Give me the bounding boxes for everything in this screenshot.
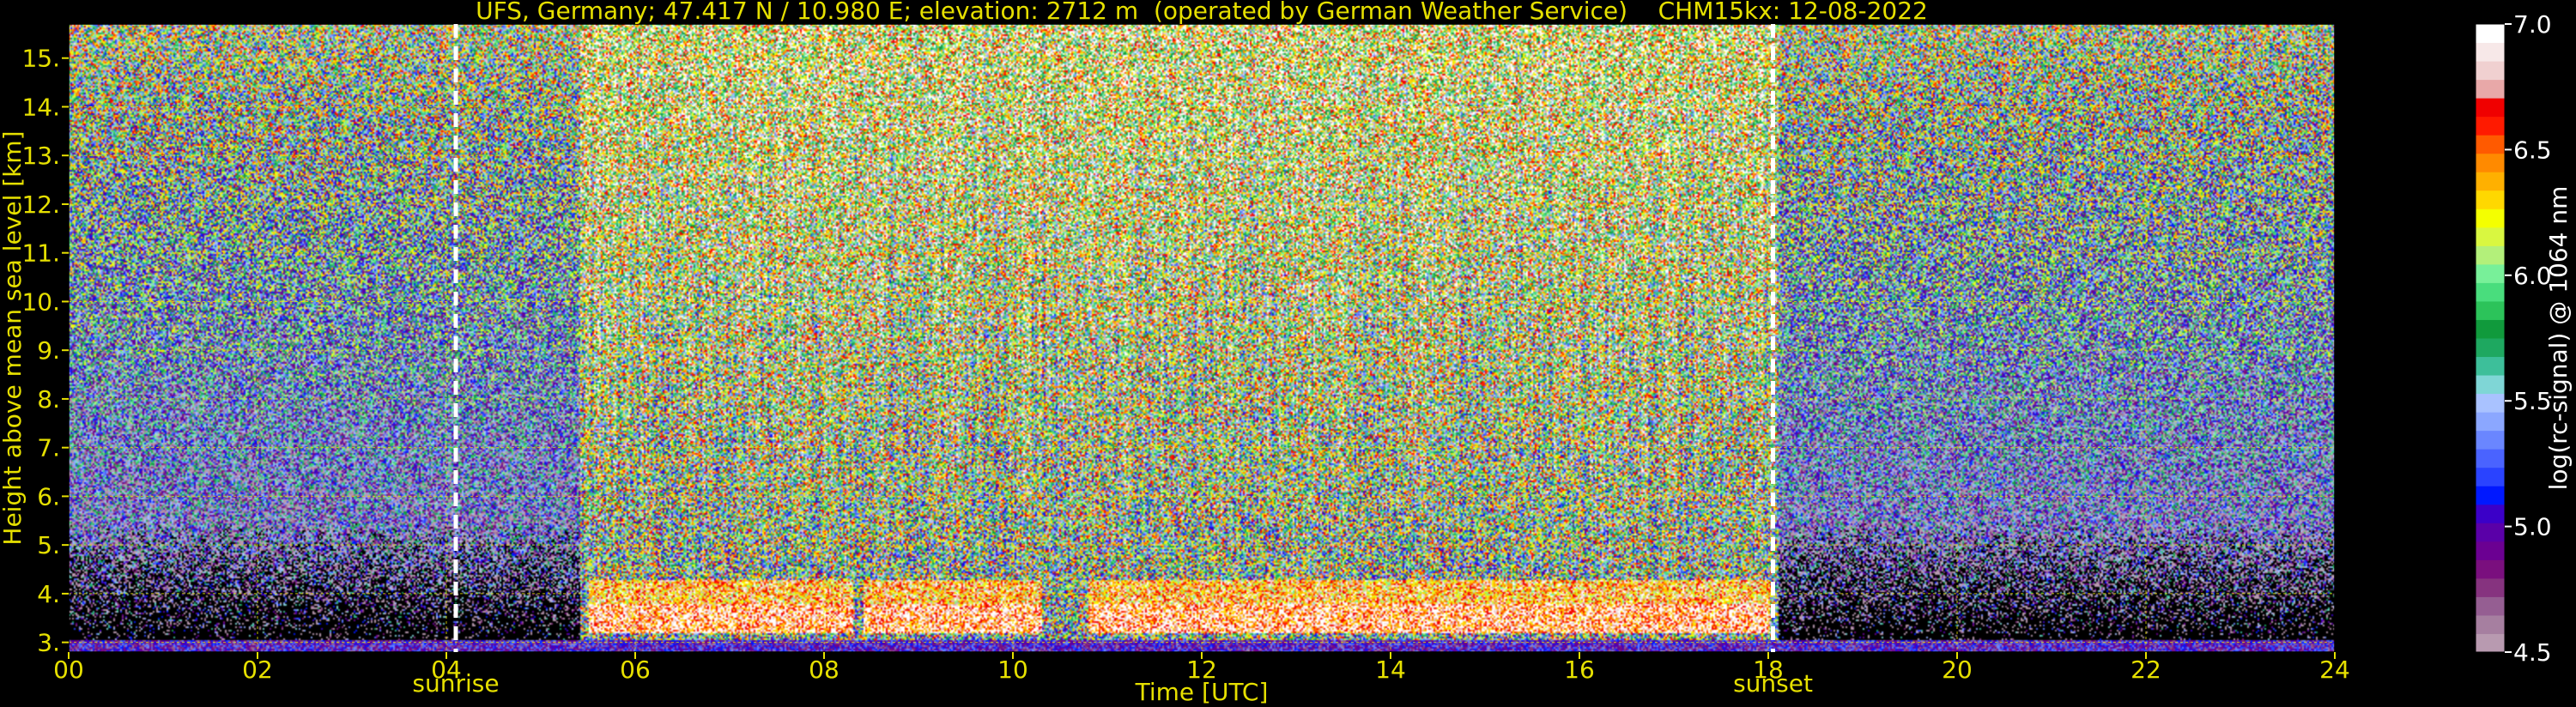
colorbar-segment (2476, 227, 2505, 246)
colorbar-segment (2476, 412, 2505, 432)
colorbar-segment (2476, 245, 2505, 265)
x-tick-label: 08 (809, 656, 839, 684)
colorbar-segment (2476, 208, 2505, 228)
y-tick-label: 4. (37, 580, 60, 608)
y-tick-label: 14. (21, 93, 60, 121)
colorbar-segment (2476, 596, 2505, 616)
x-tick-label: 20 (1942, 656, 1973, 684)
y-axis-label: Height above mean sea level [km] (0, 130, 27, 545)
x-axis-label: Time [UTC] (1135, 678, 1269, 706)
colorbar-segment (2476, 79, 2505, 99)
colorbar-segment (2476, 356, 2505, 376)
colorbar-segment (2476, 116, 2505, 136)
colorbar-segment (2476, 393, 2505, 413)
colorbar-tick-label: 5.0 (2513, 513, 2552, 541)
x-tick-label: 00 (53, 656, 84, 684)
x-tick-label: 18 (1753, 656, 1784, 684)
colorbar-segment (2476, 541, 2505, 560)
colorbar-segment (2476, 577, 2505, 597)
colorbar-segment (2476, 190, 2505, 209)
y-tick-label: 9. (37, 336, 60, 365)
colorbar-segment (2476, 449, 2505, 468)
x-tick-label: 24 (2319, 656, 2350, 684)
y-tick-label: 6. (37, 482, 60, 511)
colorbar-tick-label: 7.0 (2513, 10, 2552, 39)
y-tick-label: 12. (21, 190, 60, 219)
colorbar-tick-label: 6.5 (2513, 136, 2552, 164)
colorbar-segment (2476, 282, 2505, 302)
colorbar-segment (2476, 559, 2505, 579)
colorbar-segment (2476, 504, 2505, 523)
x-tick-label: 16 (1564, 656, 1595, 684)
colorbar-segment (2476, 633, 2505, 653)
colorbar-segment (2476, 300, 2505, 320)
x-tick-label: 02 (242, 656, 273, 684)
y-tick-label: 15. (21, 45, 60, 73)
y-tick-label: 3. (37, 629, 60, 657)
y-tick-label: 11. (21, 239, 60, 268)
colorbar-segment (2476, 338, 2505, 358)
x-tick-label: 10 (997, 656, 1028, 684)
colorbar-segment (2476, 24, 2505, 44)
x-tick-label: 06 (620, 656, 651, 684)
colorbar-tick-label: 4.5 (2513, 638, 2552, 667)
colorbar-segment (2476, 375, 2505, 395)
colorbar-segment (2476, 467, 2505, 486)
colorbar-segment (2476, 486, 2505, 505)
ceilometer-figure: sunrise sunset 00 02 04 06 08 10 12 14 16 18 20 22 24 3… (0, 0, 2576, 707)
colorbar-label: log(rc-signal) @ 1064 nm (2544, 186, 2573, 491)
colorbar-segment (2476, 61, 2505, 81)
colorbar-segment (2476, 263, 2505, 283)
colorbar-segment (2476, 98, 2505, 118)
y-tick-label: 5. (37, 531, 60, 559)
colorbar-segment (2476, 319, 2505, 339)
colorbar-segment (2476, 42, 2505, 62)
chart-title: UFS, Germany; 47.417 N / 10.980 E; eleva… (476, 0, 1928, 25)
colorbar-segment (2476, 135, 2505, 154)
colorbar-segment (2476, 153, 2505, 172)
colorbar-segment (2476, 430, 2505, 450)
x-tick-label: 04 (431, 656, 462, 684)
colorbar-segment (2476, 172, 2505, 191)
x-tick-label: 14 (1375, 656, 1406, 684)
chart-overlay: sunrise sunset00 02 04 06 08 10 12 14 16 18 20 22 243… (0, 0, 2573, 706)
y-tick-label: 10. (21, 287, 60, 316)
y-tick-label: 8. (37, 385, 60, 414)
y-tick-label: 7. (37, 434, 60, 462)
colorbar-segment (2476, 614, 2505, 634)
colorbar-segment (2476, 523, 2505, 542)
y-tick-label: 13. (21, 142, 60, 170)
x-tick-label: 22 (2131, 656, 2161, 684)
